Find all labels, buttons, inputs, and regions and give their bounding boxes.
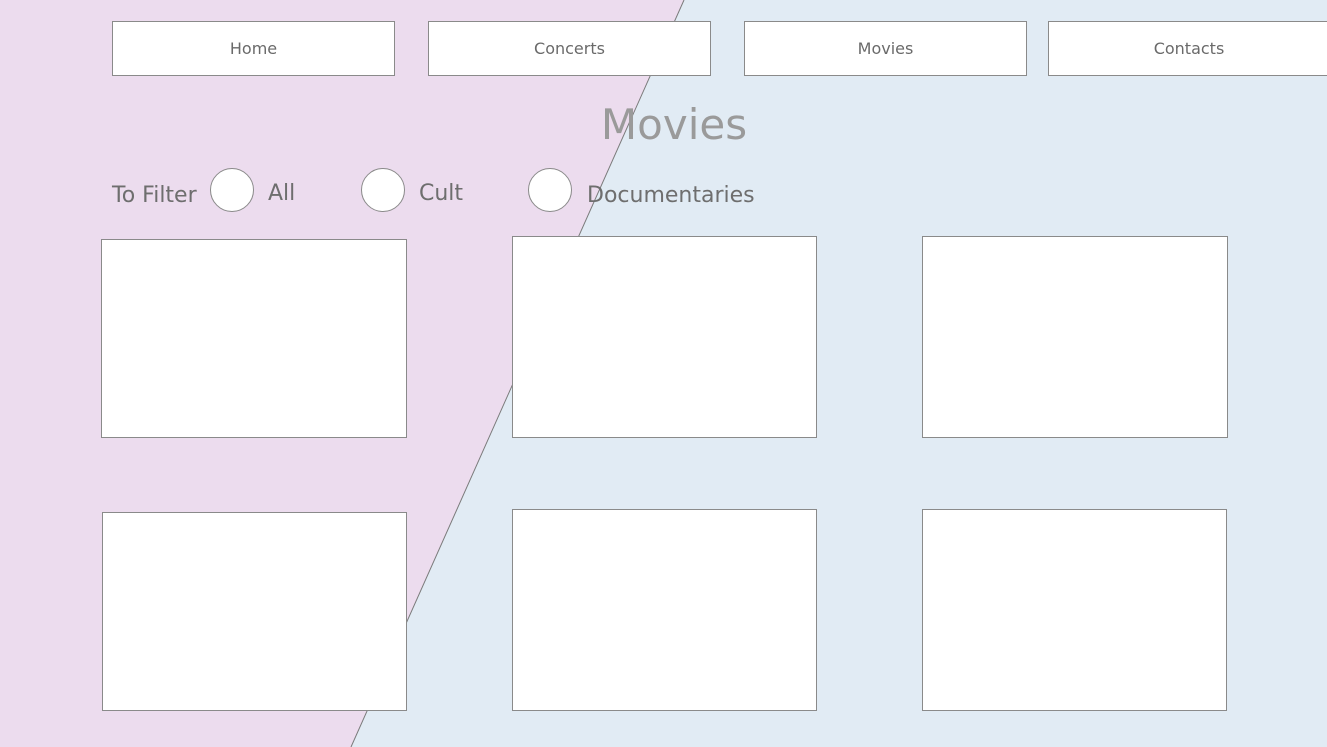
nav-concerts-button[interactable]: Concerts (428, 21, 711, 76)
movie-card[interactable] (512, 236, 817, 438)
filter-documentaries-label[interactable]: Documentaries (587, 180, 755, 212)
filter-all-label[interactable]: All (268, 178, 295, 210)
nav-movies-button[interactable]: Movies (744, 21, 1027, 76)
nav-home-button[interactable]: Home (112, 21, 395, 76)
nav-movies-label: Movies (857, 39, 914, 58)
nav-home-label: Home (229, 39, 278, 58)
filter-cult-radio[interactable] (361, 168, 405, 212)
movie-card[interactable] (101, 239, 407, 438)
filter-documentaries-radio[interactable] (528, 168, 572, 212)
movie-card[interactable] (922, 236, 1228, 438)
movie-card[interactable] (102, 512, 407, 711)
page: Home Concerts Movies Contacts Movies To … (0, 0, 1327, 747)
nav-contacts-label: Contacts (1153, 39, 1225, 58)
filter-cult-label[interactable]: Cult (419, 178, 463, 210)
filter-label: To Filter (112, 183, 197, 208)
page-title: Movies (600, 100, 748, 149)
movie-card[interactable] (512, 509, 817, 711)
nav-contacts-button[interactable]: Contacts (1048, 21, 1327, 76)
nav-concerts-label: Concerts (534, 39, 605, 58)
movie-card[interactable] (922, 509, 1227, 711)
filter-all-radio[interactable] (210, 168, 254, 212)
